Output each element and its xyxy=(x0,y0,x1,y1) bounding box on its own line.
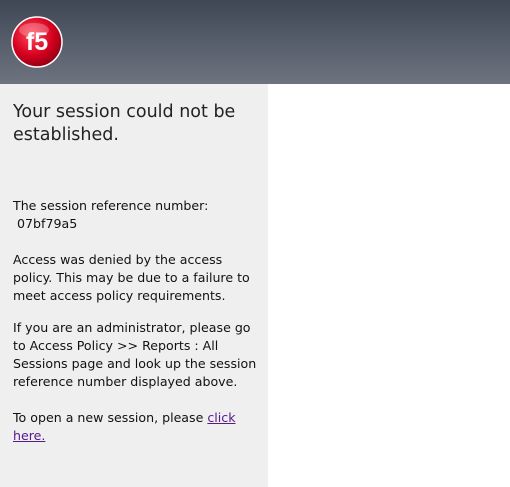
new-session-message: To open a new session, please click here… xyxy=(13,409,258,445)
f5-logo: f5 xyxy=(11,16,63,68)
access-denied-message: Access was denied by the access policy. … xyxy=(13,252,250,303)
page-title: Your session could not be established. xyxy=(13,102,236,145)
blank-panel xyxy=(268,84,510,487)
logo-text: f5 xyxy=(26,28,48,56)
session-reference-label: The session reference number: xyxy=(13,198,209,213)
administrator-instructions: If you are an administrator, please go t… xyxy=(13,320,257,389)
new-session-prefix: To open a new session, please xyxy=(13,410,204,425)
session-reference-number: 07bf79a5 xyxy=(17,216,78,231)
page-header: f5 xyxy=(0,0,510,84)
